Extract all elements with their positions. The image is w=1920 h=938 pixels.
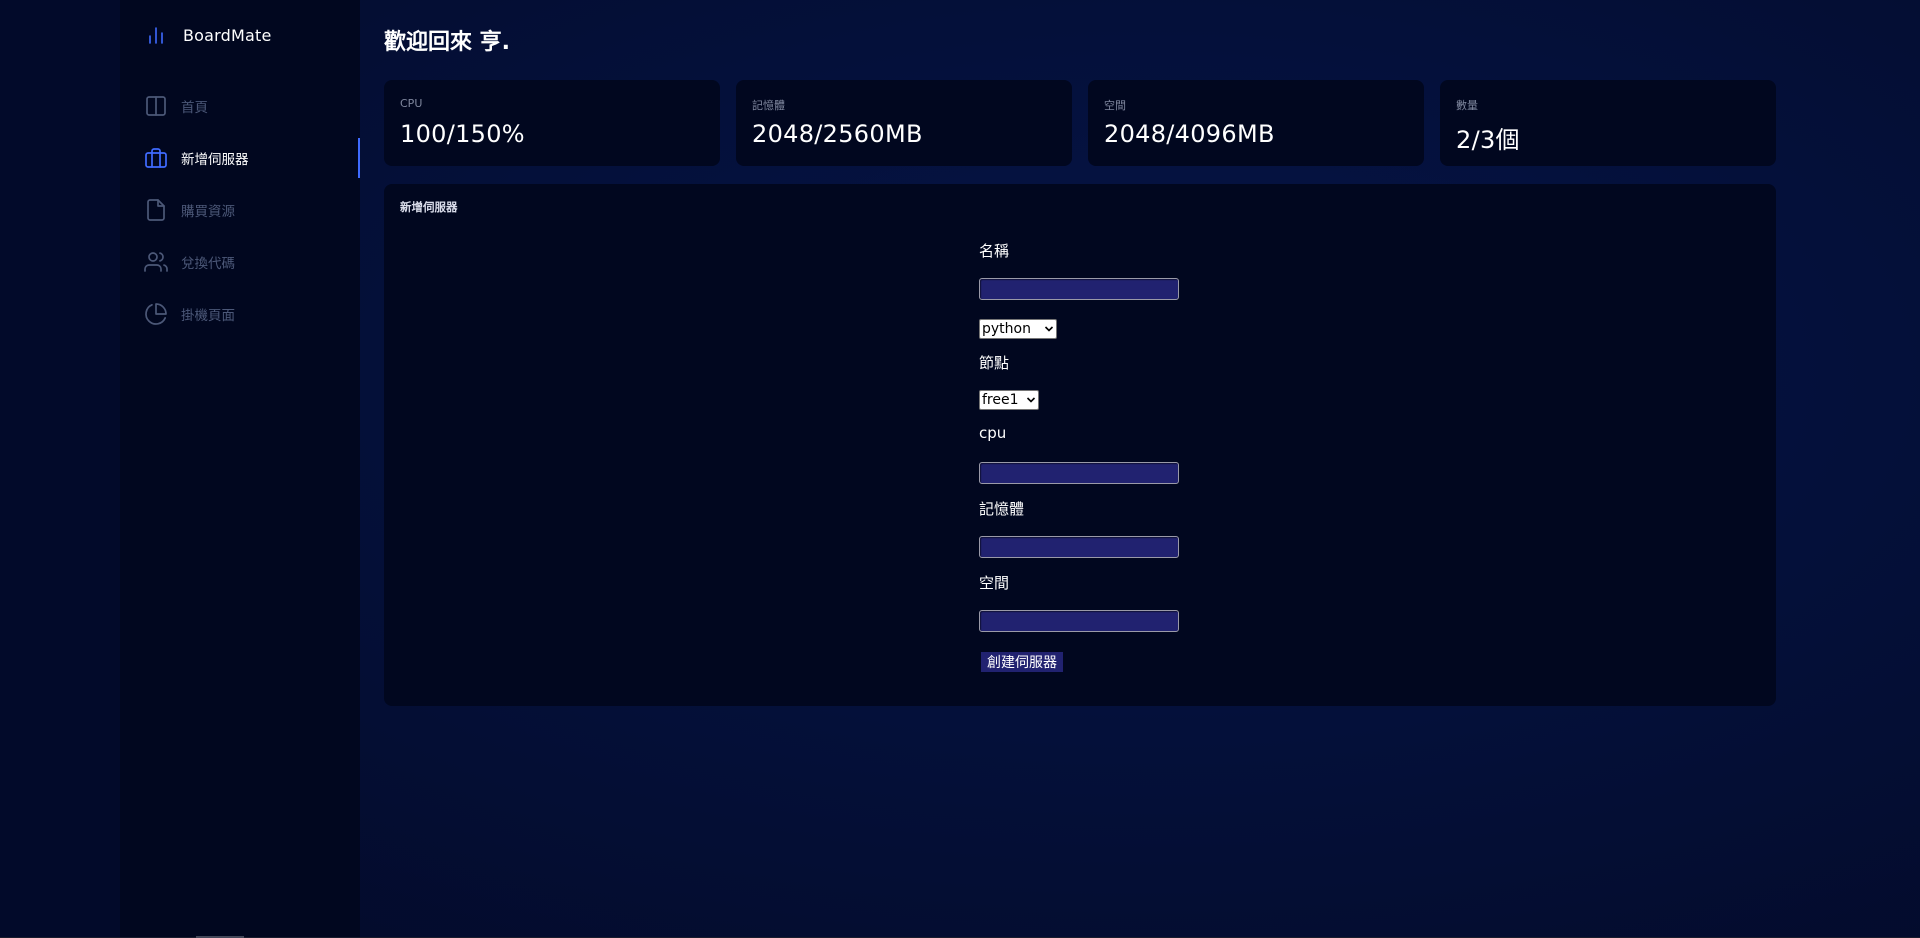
briefcase-icon — [145, 148, 167, 168]
disk-label: 空間 — [979, 574, 1010, 592]
node-select[interactable]: free1 — [979, 390, 1039, 410]
panel-title: 新增伺服器 — [400, 200, 458, 214]
sidebar-item-buy-resources[interactable]: 購買資源 — [120, 190, 360, 230]
node-label: 節點 — [979, 354, 1010, 372]
brand[interactable]: BoardMate — [145, 24, 272, 46]
chevron-down-icon — [1044, 326, 1054, 332]
sidebar-item-label: 新增伺服器 — [181, 152, 249, 168]
sidebar-nav: 首頁 新增伺服器 購買資源 兌換代碼 掛機頁面 — [120, 86, 360, 346]
stat-value: 2/3個 — [1456, 126, 1520, 154]
sidebar-item-label: 首頁 — [181, 100, 208, 116]
name-label: 名稱 — [979, 242, 1010, 260]
stat-card-count: 數量 2/3個 — [1440, 80, 1776, 166]
sidebar: BoardMate 首頁 新增伺服器 購買資源 兌換代碼 掛機頁面 — [120, 0, 360, 938]
sidebar-item-afk-page[interactable]: 掛機頁面 — [120, 294, 360, 334]
cpu-label: cpu — [979, 424, 1007, 442]
sidebar-item-redeem-code[interactable]: 兌換代碼 — [120, 242, 360, 282]
language-select[interactable]: python — [979, 319, 1057, 339]
stat-label: 空間 — [1104, 99, 1126, 112]
stats-row: CPU 100/150% 記憶體 2048/2560MB 空間 2048/409… — [384, 80, 1776, 166]
stat-value: 2048/2560MB — [752, 120, 923, 148]
chevron-down-icon — [1026, 397, 1036, 403]
memory-label: 記憶體 — [979, 500, 1025, 518]
create-server-panel: 新增伺服器 名稱 python 節點 free1 cpu 記憶體 空間 創建伺服… — [384, 184, 1776, 706]
pie-chart-icon — [145, 303, 167, 325]
stat-value: 2048/4096MB — [1104, 120, 1275, 148]
stat-label: 記憶體 — [752, 99, 785, 112]
stat-value: 100/150% — [400, 120, 525, 148]
users-icon — [144, 252, 168, 272]
cpu-input[interactable] — [979, 462, 1179, 484]
node-select-value: free1 — [982, 392, 1019, 408]
page-left-margin — [0, 0, 120, 938]
create-server-button[interactable]: 創建伺服器 — [981, 652, 1063, 672]
name-input[interactable] — [979, 278, 1179, 300]
sidebar-item-label: 兌換代碼 — [181, 256, 235, 272]
bar-chart-icon — [149, 27, 163, 44]
sidebar-item-label: 掛機頁面 — [181, 308, 235, 324]
language-select-value: python — [982, 321, 1031, 337]
file-icon — [147, 199, 165, 221]
stat-card-disk: 空間 2048/4096MB — [1088, 80, 1424, 166]
stat-card-cpu: CPU 100/150% — [384, 80, 720, 166]
stat-label: CPU — [400, 97, 423, 110]
brand-name: BoardMate — [183, 25, 272, 45]
page-title: 歡迎回來 亨. — [384, 30, 511, 55]
sidebar-item-home[interactable]: 首頁 — [120, 86, 360, 126]
layout-columns-icon — [146, 96, 166, 116]
sidebar-item-add-server[interactable]: 新增伺服器 — [120, 138, 360, 178]
memory-input[interactable] — [979, 536, 1179, 558]
stat-card-memory: 記憶體 2048/2560MB — [736, 80, 1072, 166]
stat-label: 數量 — [1456, 99, 1478, 112]
disk-input[interactable] — [979, 610, 1179, 632]
sidebar-item-label: 購買資源 — [181, 204, 235, 220]
